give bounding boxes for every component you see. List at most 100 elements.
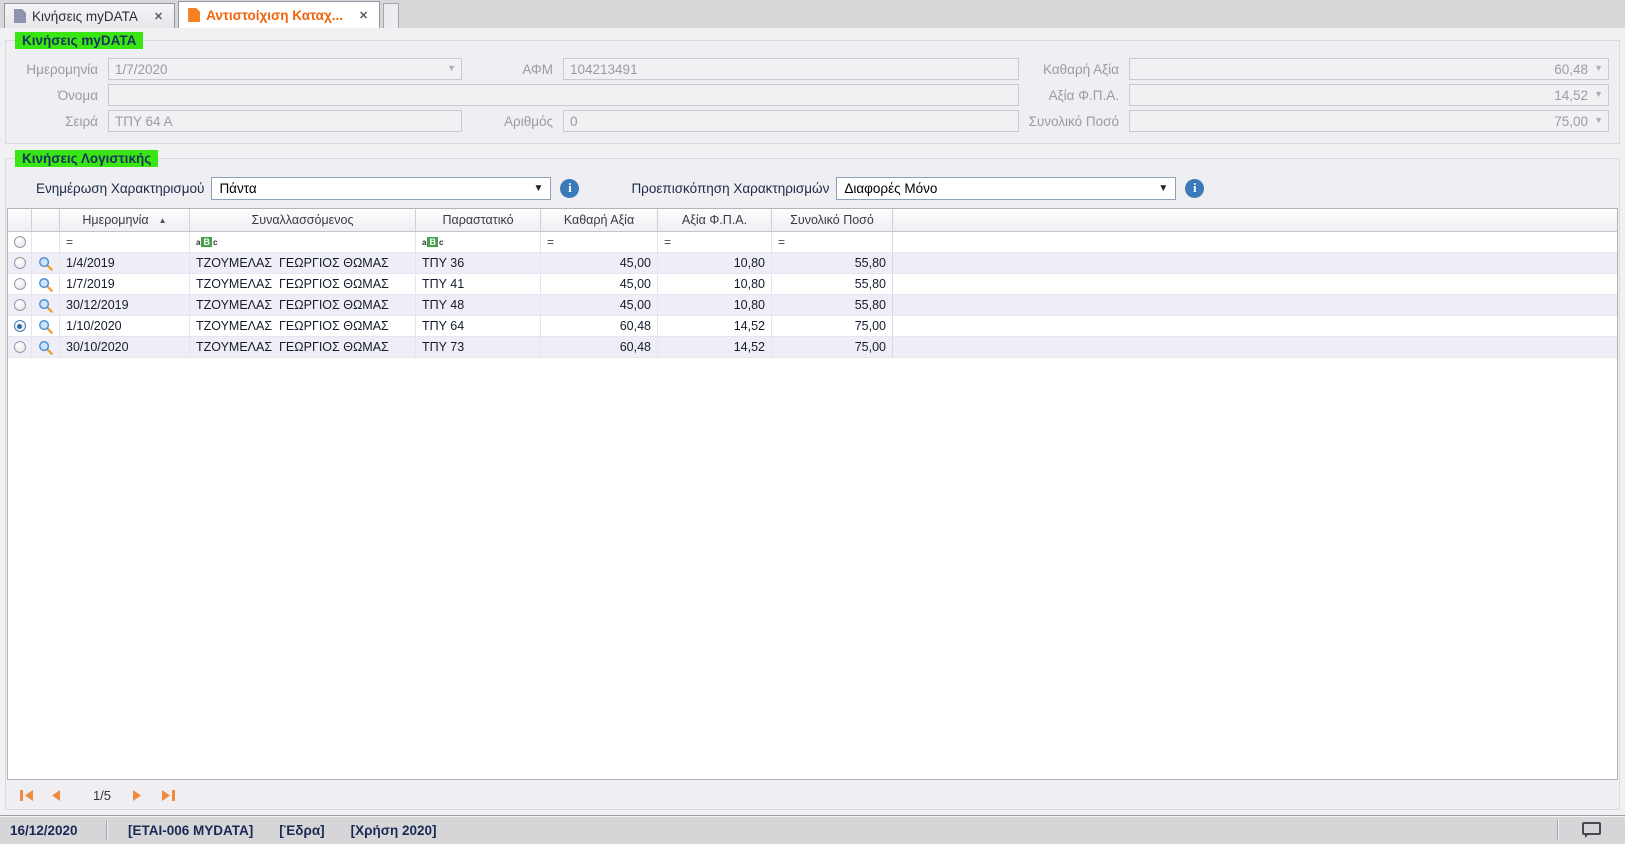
panel-title-accounting: Κινήσεις Λογιστικής [15,150,159,167]
status-divider [106,820,107,840]
info-icon[interactable]: i [560,178,580,198]
equals-filter-icon: = [778,235,786,249]
filter-total[interactable]: = [772,232,893,252]
filter-counterpart[interactable]: aBc [190,232,416,252]
column-header-document[interactable]: Παραστατικό [416,209,541,231]
row-select-cell[interactable] [8,316,32,336]
series-value: ΤΠΥ 64 Α [115,113,173,129]
column-header-counterpart[interactable]: Συναλλασσόμενος [190,209,416,231]
afm-label: ΑΦΜ [522,61,553,77]
row-select-cell[interactable] [8,337,32,357]
total-amount-field: 75,00 ▼ [1129,110,1609,132]
column-header-label: Αξία Φ.Π.Α. [681,213,748,227]
chat-bubble-icon[interactable] [1582,821,1601,838]
cell-document: ΤΠΥ 73 [416,337,541,357]
next-page-button[interactable] [131,789,161,802]
magnifier-icon [39,298,53,313]
number-label: Αριθμός [504,113,553,129]
filter-radio-cell[interactable] [8,232,32,252]
equals-filter-icon: = [66,235,74,249]
tab-kiniseis-mydata[interactable]: Κινήσεις myDATA ✕ [4,3,176,28]
row-zoom-cell[interactable] [32,295,60,315]
row-select-cell[interactable] [8,274,32,294]
chevron-down-icon: ▼ [1594,63,1603,73]
filter-vat[interactable]: = [658,232,772,252]
status-branch: [Έδρα] [279,822,325,838]
mydata-movements-panel: Κινήσεις myDATA Ημερομηνία 1/7/2020 ▼ ΑΦ… [5,32,1620,144]
tab-antistoixisi-katax[interactable]: Αντιστοίχιση Καταχ... ✕ [178,1,381,28]
last-page-button[interactable] [161,789,191,802]
filter-document[interactable]: aBc [416,232,541,252]
radio-button[interactable] [13,236,26,248]
row-select-cell[interactable] [8,295,32,315]
abc-filter-icon: aBc [422,237,444,247]
column-header-net[interactable]: Καθαρή Αξία [541,209,658,231]
row-zoom-cell[interactable] [32,316,60,336]
column-header-vat[interactable]: Αξία Φ.Π.Α. [658,209,772,231]
table-row[interactable]: 30/12/2019 ΤΖΟΥΜΕΛΑΣ ΓΕΩΡΓΙΟΣ ΘΩΜΑΣ ΤΠΥ 48… [8,295,1617,316]
cell-vat: 10,80 [658,295,772,315]
update-characterization-dropdown[interactable]: Πάντα ▼ [211,176,552,200]
row-zoom-cell[interactable] [32,274,60,294]
selector-column-header [8,209,32,231]
column-header-label: Συνολικό Ποσό [790,213,874,227]
row-zoom-cell[interactable] [32,337,60,357]
close-icon[interactable]: ✕ [152,10,165,23]
cell-document: ΤΠΥ 41 [416,274,541,294]
table-row[interactable]: 1/4/2019 ΤΖΟΥΜΕΛΑΣ ΓΕΩΡΓΙΟΣ ΘΩΜΑΣ ΤΠΥ 36 45… [8,253,1617,274]
status-divider [1557,820,1558,840]
radio-button[interactable] [13,341,26,353]
preview-characterizations-label: Προεπισκόπηση Χαρακτηρισμών [631,180,830,196]
chevron-down-icon: ▼ [1158,182,1169,194]
cell-total: 75,00 [772,316,893,336]
cell-vat: 14,52 [658,337,772,357]
table-row[interactable]: 30/10/2020 ΤΖΟΥΜΕΛΑΣ ΓΕΩΡΓΙΟΣ ΘΩΜΑΣ ΤΠΥ 73… [8,337,1617,358]
vat-amount-value: 14,52 [1554,87,1588,103]
cell-date: 30/10/2020 [60,337,190,357]
cell-net: 45,00 [541,295,658,315]
panel-title-mydata: Κινήσεις myDATA [15,32,144,49]
close-icon[interactable]: ✕ [357,9,370,22]
number-field: 0 [563,110,1019,132]
total-amount-value: 75,00 [1554,113,1588,129]
filter-net[interactable]: = [541,232,658,252]
name-label: Όνομα [57,87,98,103]
radio-button[interactable] [13,299,26,311]
status-company: [ΕΤΑΙ-006 MYDATA] [128,822,254,838]
magnifier-icon [39,256,53,271]
zoom-column-header [32,209,60,231]
row-select-cell[interactable] [8,253,32,273]
cell-counterpart: ΤΖΟΥΜΕΛΑΣ ΓΕΩΡΓΙΟΣ ΘΩΜΑΣ [190,337,416,357]
chevron-down-icon: ▼ [1594,89,1603,99]
cell-total: 75,00 [772,337,893,357]
column-header-label: Παραστατικό [442,213,514,227]
series-label: Σειρά [65,113,98,129]
row-zoom-cell[interactable] [32,253,60,273]
vat-amount-field: 14,52 ▼ [1129,84,1609,106]
tab-label: Κινήσεις myDATA [32,8,138,24]
tab-bar: Κινήσεις myDATA ✕ Αντιστοίχιση Καταχ... … [0,0,1625,28]
radio-button[interactable] [13,257,26,269]
first-page-button[interactable] [19,789,49,802]
info-icon[interactable]: i [1185,178,1205,198]
afm-field: 104213491 [563,58,1019,80]
series-field: ΤΠΥ 64 Α [108,110,462,132]
column-header-date[interactable]: Ημερομηνία ▲ [60,209,190,231]
table-row[interactable]: 1/10/2020 ΤΖΟΥΜΕΛΑΣ ΓΕΩΡΓΙΟΣ ΘΩΜΑΣ ΤΠΥ 64 6… [8,316,1617,337]
cell-date: 30/12/2019 [60,295,190,315]
magnifier-icon [39,340,53,355]
table-row[interactable]: 1/7/2019 ΤΖΟΥΜΕΛΑΣ ΓΕΩΡΓΙΟΣ ΘΩΜΑΣ ΤΠΥ 41 45… [8,274,1617,295]
column-header-total[interactable]: Συνολικό Ποσό [772,209,893,231]
cell-net: 45,00 [541,253,658,273]
radio-button[interactable] [13,278,26,290]
preview-characterizations-dropdown[interactable]: Διαφορές Μόνο ▼ [836,176,1177,200]
radio-button[interactable] [13,320,26,332]
cell-net: 45,00 [541,274,658,294]
filter-date[interactable]: = [60,232,190,252]
grid-rows: 1/4/2019 ΤΖΟΥΜΕΛΑΣ ΓΕΩΡΓΙΟΣ ΘΩΜΑΣ ΤΠΥ 36 45… [8,253,1617,358]
cell-vat: 14,52 [658,316,772,336]
previous-page-button[interactable] [49,789,79,802]
grid-header-spacer [893,209,1617,231]
cell-vat: 10,80 [658,274,772,294]
cell-date: 1/10/2020 [60,316,190,336]
